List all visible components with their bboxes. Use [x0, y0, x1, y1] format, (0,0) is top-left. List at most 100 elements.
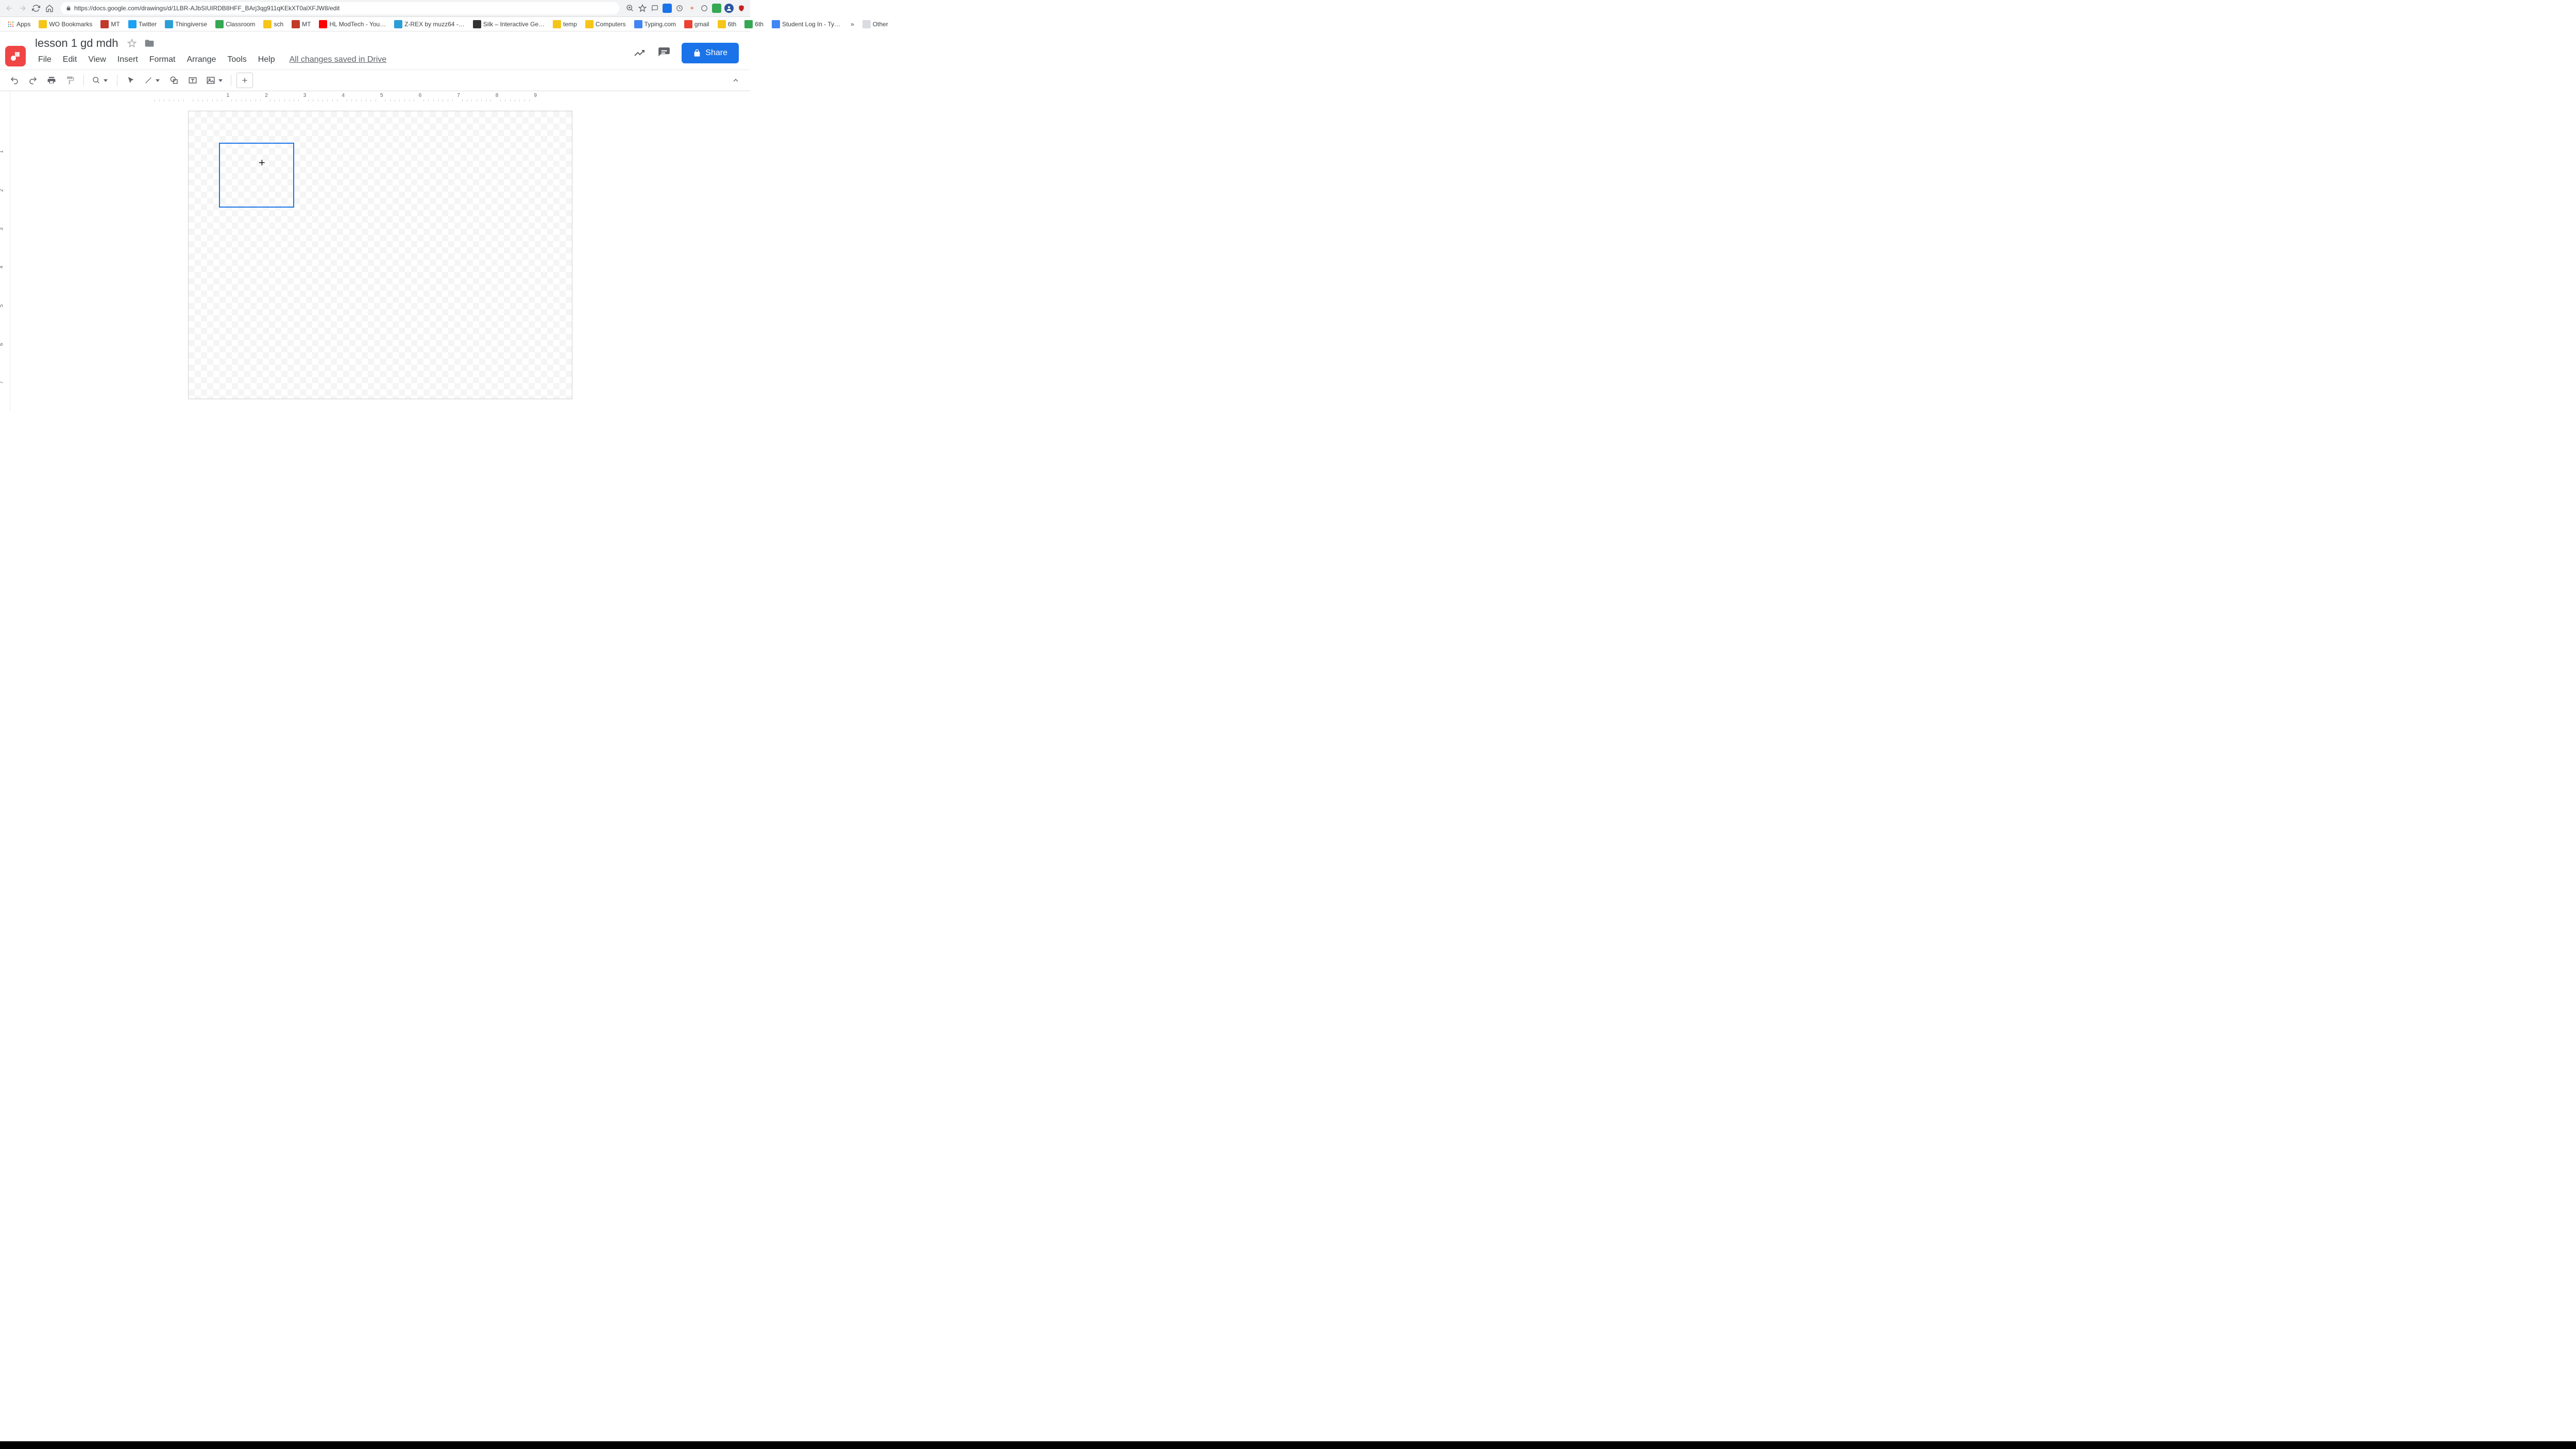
apps-launcher[interactable]: Apps	[4, 21, 33, 28]
bookmark-label: gmail	[694, 21, 709, 28]
bookmark-item[interactable]: sch	[260, 20, 286, 28]
favicon	[394, 20, 402, 28]
select-tool[interactable]	[123, 73, 139, 88]
drawing-canvas[interactable]: +	[10, 101, 750, 411]
bookmark-label: HL ModTech - You…	[329, 21, 386, 28]
bookmark-item[interactable]: Silk – Interactive Ge…	[470, 20, 548, 28]
bookmark-label: Student Log In - Ty…	[782, 21, 840, 28]
document-title[interactable]: lesson 1 gd mdh	[33, 36, 120, 51]
bookmark-item[interactable]: Student Log In - Ty…	[769, 20, 843, 28]
bookmark-label: temp	[563, 21, 577, 28]
ext-icon-5[interactable]	[712, 4, 721, 13]
bookmark-item[interactable]: Typing.com	[631, 20, 679, 28]
star-button[interactable]	[126, 38, 138, 49]
menu-file[interactable]: File	[33, 53, 57, 66]
lock-icon	[693, 49, 701, 57]
rectangle-shape-drag[interactable]	[219, 143, 294, 208]
menu-arrange[interactable]: Arrange	[181, 53, 221, 66]
ruler-tick: 3	[0, 226, 10, 231]
profile-avatar[interactable]	[724, 4, 734, 13]
bookmark-item[interactable]: Classroom	[212, 20, 258, 28]
favicon	[215, 20, 224, 28]
vertical-ruler[interactable]: 1234567	[0, 91, 10, 411]
redo-button[interactable]	[25, 73, 41, 88]
bookmark-item[interactable]: Z-REX by muzz64 -…	[391, 20, 468, 28]
paint-format-button[interactable]	[62, 73, 78, 88]
menu-edit[interactable]: Edit	[58, 53, 82, 66]
image-tool[interactable]	[203, 73, 226, 88]
insert-comment-button[interactable]	[236, 73, 253, 88]
bookmark-item[interactable]: HL ModTech - You…	[316, 20, 389, 28]
menu-insert[interactable]: Insert	[112, 53, 143, 66]
bookmark-label: Z-REX by muzz64 -…	[404, 21, 465, 28]
zoom-icon[interactable]	[625, 4, 635, 13]
favicon	[39, 20, 47, 28]
home-button[interactable]	[44, 3, 55, 13]
bookmark-item[interactable]: Twitter	[125, 20, 160, 28]
star-icon[interactable]	[638, 4, 647, 13]
activity-icon[interactable]	[632, 46, 647, 60]
chevron-down-icon	[218, 79, 223, 82]
menu-bar: File Edit View Insert Format Arrange Too…	[33, 53, 632, 66]
docs-header: lesson 1 gd mdh File Edit View Insert Fo…	[0, 31, 750, 66]
separator	[83, 75, 84, 86]
bookmark-item[interactable]: Computers	[582, 20, 629, 28]
bookmark-item[interactable]: MT	[289, 20, 314, 28]
bookmark-item[interactable]: WO Bookmarks	[36, 20, 95, 28]
lock-icon	[66, 5, 71, 11]
textbox-tool[interactable]	[184, 73, 201, 88]
line-tool[interactable]	[141, 73, 164, 88]
favicon	[165, 20, 173, 28]
shape-tool[interactable]	[166, 73, 182, 88]
print-button[interactable]	[43, 73, 60, 88]
bookmarks-overflow[interactable]: »	[848, 21, 857, 28]
bookmarks-bar: Apps WO Bookmarks MT Twitter Thingiverse…	[0, 17, 750, 31]
back-button[interactable]	[4, 3, 14, 13]
undo-button[interactable]	[6, 73, 23, 88]
bookmark-item[interactable]: 6th	[715, 20, 740, 28]
bookmark-label: Typing.com	[645, 21, 676, 28]
move-folder-button[interactable]	[144, 38, 155, 49]
bookmark-label: Computers	[596, 21, 626, 28]
favicon	[319, 20, 327, 28]
comments-icon[interactable]	[657, 46, 671, 60]
ruler-tick: 3	[303, 91, 307, 97]
menu-format[interactable]: Format	[144, 53, 181, 66]
bookmark-item[interactable]: gmail	[681, 20, 713, 28]
bookmark-label: Twitter	[139, 21, 157, 28]
ext-icon-4[interactable]	[700, 4, 709, 13]
shield-icon[interactable]	[737, 4, 746, 13]
ruler-tick: 8	[496, 91, 499, 97]
favicon	[772, 20, 780, 28]
cast-icon[interactable]	[650, 4, 659, 13]
zoom-dropdown[interactable]	[89, 73, 112, 88]
bookmark-item[interactable]: 6th	[741, 20, 767, 28]
menu-view[interactable]: View	[83, 53, 111, 66]
bottom-letterbox	[0, 1441, 2576, 1449]
ruler-tick: 4	[0, 265, 10, 270]
ruler-tick: 9	[534, 91, 537, 97]
bookmark-item[interactable]: MT	[97, 20, 123, 28]
canvas-area: 123456789 1234567 +	[0, 91, 750, 411]
bookmark-label: MT	[302, 21, 311, 28]
chevron-down-icon	[104, 79, 108, 82]
forward-button[interactable]	[18, 3, 28, 13]
menu-tools[interactable]: Tools	[222, 53, 251, 66]
bookmark-item[interactable]: Thingiverse	[162, 20, 210, 28]
save-status[interactable]: All changes saved in Drive	[284, 53, 392, 66]
ext-icon-3[interactable]: ✦	[687, 4, 697, 13]
ruler-tick: 4	[342, 91, 345, 97]
bookmark-item[interactable]: temp	[550, 20, 580, 28]
ext-icon-1[interactable]	[663, 4, 672, 13]
other-bookmarks[interactable]: Other	[859, 20, 891, 28]
horizontal-ruler[interactable]: 123456789	[10, 91, 750, 101]
drawings-logo[interactable]	[5, 46, 26, 66]
collapse-toolbar-button[interactable]	[727, 73, 744, 88]
share-button[interactable]: Share	[682, 43, 739, 63]
ext-icon-2[interactable]	[675, 4, 684, 13]
ruler-tick: 1	[227, 91, 230, 97]
menu-help[interactable]: Help	[253, 53, 280, 66]
reload-button[interactable]	[31, 3, 41, 13]
favicon	[263, 20, 272, 28]
address-bar[interactable]: https://docs.google.com/drawings/d/1LBR-…	[61, 2, 619, 14]
